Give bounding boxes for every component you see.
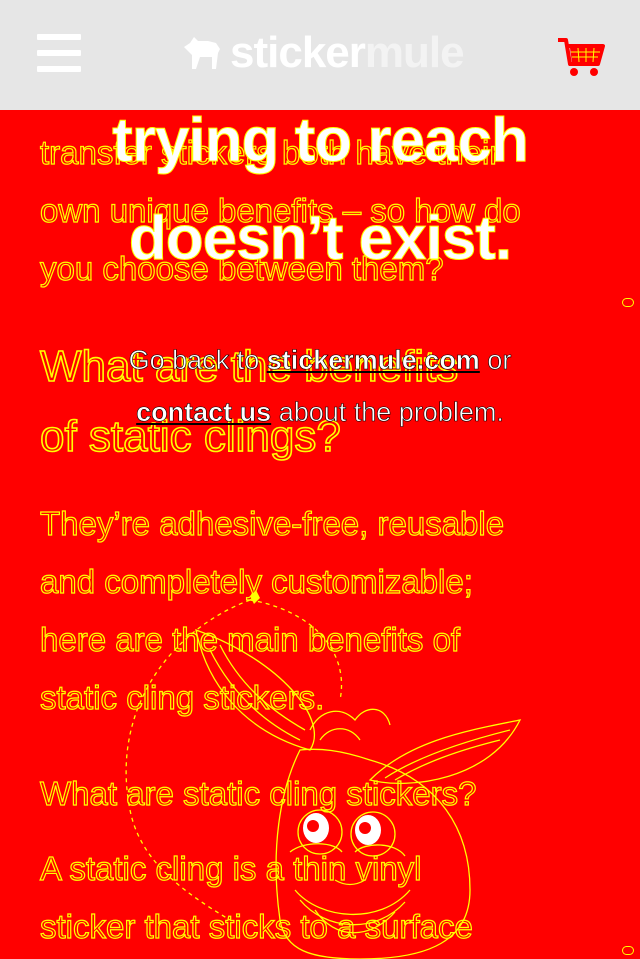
go-back-suffix: or [479,345,512,376]
go-back-message: Go back to stickermule.com or [0,340,640,380]
stickermule-link[interactable]: stickermule.com [266,345,480,376]
cart-icon[interactable] [556,36,606,78]
contact-message: contact us about the problem. [0,392,640,432]
mule-mascot-illustration [125,590,522,959]
contact-suffix: about the problem. [271,397,504,428]
logo[interactable]: sticker mule [180,28,465,77]
error-title-line1: trying to reach [112,106,530,175]
error-title-line2: doesn’t exist. [128,204,512,273]
logo-text-mule: mule [364,28,465,77]
mule-icon [184,37,220,69]
scrollbar-indicator-bottom[interactable] [622,946,634,955]
site-header: sticker mule [0,0,640,110]
go-back-prefix: Go back to [128,345,267,376]
scrollbar-indicator-top[interactable] [622,298,634,307]
text-line: They’re adhesive-free, reusable [39,504,505,542]
logo-text-sticker: sticker [230,28,366,77]
menu-icon[interactable] [37,34,81,72]
contact-us-link[interactable]: contact us [136,397,272,428]
